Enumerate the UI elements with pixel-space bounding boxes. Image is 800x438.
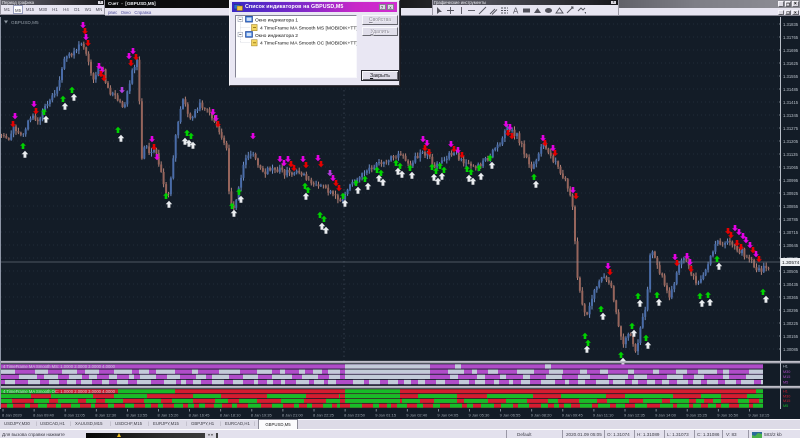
svg-text:9 Jan 18:15: 9 Jan 18:15 [748,413,770,418]
svg-text:1.31415: 1.31415 [783,100,799,105]
svg-text:1.31555: 1.31555 [783,74,799,79]
svg-text:1.30505: 1.30505 [783,269,799,274]
svg-text:1.30365: 1.30365 [783,295,799,300]
svg-text:1.31205: 1.31205 [783,139,799,144]
svg-text:Окно индикатора 2: Окно индикатора 2 [255,33,298,39]
svg-text:M5: M5 [783,404,788,408]
svg-text:1.30295: 1.30295 [783,308,799,313]
svg-text:9 Jan 05:30: 9 Jan 05:30 [469,413,491,418]
svg-text:4 TimeFrame MA Smooth MS [MOBI: 4 TimeFrame MA Smooth MS [MOBIDIK+TT] [260,25,357,31]
svg-text:H1: H1 [783,365,788,369]
svg-text:9 Jan 12:35: 9 Jan 12:35 [624,413,646,418]
svg-text:1.31345: 1.31345 [783,113,799,118]
svg-text:1.30225: 1.30225 [783,321,799,326]
svg-text:1.30995: 1.30995 [783,178,799,183]
svg-text:9 Jan 08:20: 9 Jan 08:20 [531,413,553,418]
svg-text:Окно индикатора 1: Окно индикатора 1 [255,18,298,24]
svg-text:1.31695: 1.31695 [783,48,799,53]
svg-text:8 Jan 09:40: 8 Jan 09:40 [33,413,55,418]
svg-text:8 Jan 22:25: 8 Jan 22:25 [313,413,335,418]
svg-text:9 Jan 15:25: 9 Jan 15:25 [686,413,708,418]
svg-text:8 Jan 2020: 8 Jan 2020 [2,413,23,418]
svg-text:9 Jan 02:40: 9 Jan 02:40 [406,413,428,418]
svg-text:4 TimeFrame MA Smooth OC [MOBI: 4 TimeFrame MA Smooth OC [MOBIDIK+TT] [260,41,357,47]
svg-text:H1: H1 [783,390,788,394]
svg-text:8 Jan 18:10: 8 Jan 18:10 [220,413,242,418]
svg-text:1.30645: 1.30645 [783,243,799,248]
svg-text:GBPUSD,M5: GBPUSD,M5 [11,20,39,25]
svg-text:8 Jan 23:50: 8 Jan 23:50 [344,413,366,418]
svg-text:8 Jan 12:30: 8 Jan 12:30 [95,413,117,418]
svg-text:1.31485: 1.31485 [783,87,799,92]
svg-text:1.30715: 1.30715 [783,230,799,235]
svg-text:8 Jan 19:35: 8 Jan 19:35 [251,413,273,418]
svg-text:1.30155: 1.30155 [783,334,799,339]
svg-text:9 Jan 16:50: 9 Jan 16:50 [717,413,739,418]
svg-text:M15: M15 [783,399,790,403]
svg-text:8 Jan 15:20: 8 Jan 15:20 [158,413,180,418]
svg-text:9 Jan 14:00: 9 Jan 14:00 [655,413,677,418]
svg-text:1.30435: 1.30435 [783,282,799,287]
svg-text:9 Jan 06:55: 9 Jan 06:55 [500,413,522,418]
svg-text:1.30785: 1.30785 [783,217,799,222]
svg-text:1.30085: 1.30085 [783,347,799,352]
svg-text:4 TimeFrame MA Smooth MS: 1.00: 4 TimeFrame MA Smooth MS: 1.0000 2.0000 … [3,364,116,369]
svg-text:1.30574: 1.30574 [782,260,800,266]
svg-text:1.31835: 1.31835 [783,22,799,27]
svg-text:9 Jan 04:05: 9 Jan 04:05 [437,413,459,418]
svg-text:8 Jan 16:45: 8 Jan 16:45 [189,413,211,418]
svg-text:1.31765: 1.31765 [783,35,799,40]
svg-text:8 Jan 11:05: 8 Jan 11:05 [64,413,85,418]
svg-text:8 Jan 13:55: 8 Jan 13:55 [126,413,148,418]
svg-text:1.31625: 1.31625 [783,61,799,66]
svg-text:8 Jan 21:00: 8 Jan 21:00 [282,413,304,418]
svg-text:M5: M5 [783,380,788,384]
svg-text:1.30925: 1.30925 [783,191,799,196]
svg-text:A: A [513,7,519,16]
svg-text:1.30855: 1.30855 [783,204,799,209]
svg-text:M30: M30 [783,394,790,398]
svg-text:M15: M15 [783,375,790,379]
svg-text:M30: M30 [783,370,790,374]
svg-text:4 TimeFrame MA Smooth OC: 1.00: 4 TimeFrame MA Smooth OC: 1.0000 2.0000 … [3,389,116,394]
svg-text:9 Jan 09:45: 9 Jan 09:45 [562,413,584,418]
svg-text:9 Jan 11:10: 9 Jan 11:10 [593,413,614,418]
svg-text:1.31135: 1.31135 [783,152,798,157]
svg-text:9 Jan 01:15: 9 Jan 01:15 [375,413,397,418]
svg-text:1.31275: 1.31275 [783,126,799,131]
svg-text:1.31065: 1.31065 [783,165,799,170]
